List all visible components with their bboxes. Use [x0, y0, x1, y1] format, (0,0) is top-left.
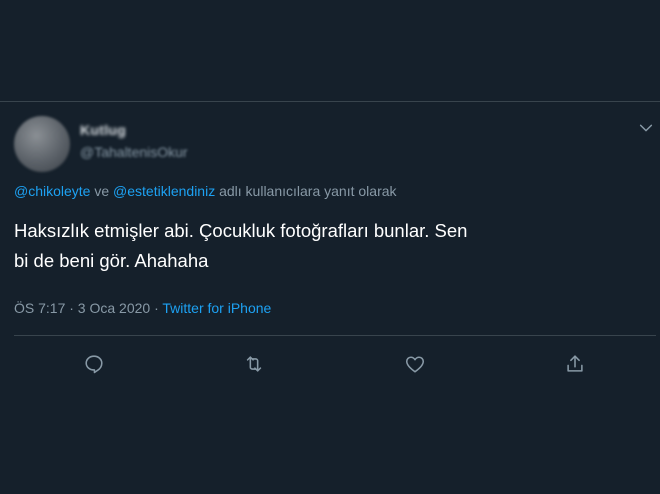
author-handle[interactable]: @TahaltenisOkur [80, 144, 188, 160]
reply-icon[interactable] [82, 352, 106, 376]
tweet-timestamp[interactable]: ÖS 7:17 · 3 Oca 2020 · [14, 300, 162, 316]
tweet-text-line: Haksızlık etmişler abi. Çocukluk fotoğra… [14, 220, 468, 241]
reply-mention-link[interactable]: @chikoleyte [14, 183, 90, 199]
tweet-text: Haksızlık etmişler abi. Çocukluk fotoğra… [14, 216, 634, 276]
avatar[interactable] [14, 116, 70, 172]
author-name[interactable]: Kutlug [80, 122, 126, 138]
chevron-down-icon[interactable] [638, 120, 654, 136]
share-icon[interactable] [563, 352, 587, 376]
reply-connector: ve [90, 183, 114, 199]
tweet-meta: ÖS 7:17 · 3 Oca 2020 · Twitter for iPhon… [14, 300, 271, 316]
actions-divider [14, 335, 656, 336]
reply-mention-link[interactable]: @estetiklendiniz [113, 183, 215, 199]
retweet-icon[interactable] [242, 352, 266, 376]
reply-context: @chikoleyte ve @estetiklendiniz adlı kul… [14, 183, 397, 199]
tweet-actions [0, 352, 660, 378]
tweet: Kutlug @TahaltenisOkur @chikoleyte ve @e… [0, 102, 660, 494]
reply-suffix: adlı kullanıcılara yanıt olarak [215, 183, 397, 199]
like-icon[interactable] [403, 352, 427, 376]
tweet-text-line: bi de beni gör. Ahahaha [14, 250, 209, 271]
tweet-source-link[interactable]: Twitter for iPhone [162, 300, 271, 316]
